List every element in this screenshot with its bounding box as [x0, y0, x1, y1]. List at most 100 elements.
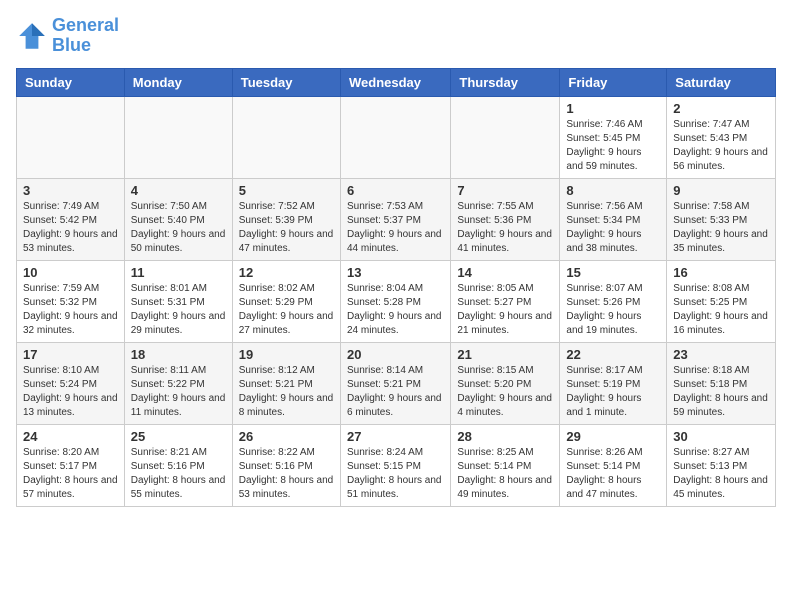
calendar-cell: 28 Sunrise: 8:25 AM Sunset: 5:14 PM Dayli…: [451, 424, 560, 506]
calendar-week-3: 10 Sunrise: 7:59 AM Sunset: 5:32 PM Dayli…: [17, 260, 776, 342]
day-info: Sunrise: 7:49 AM Sunset: 5:42 PM Dayligh…: [23, 200, 118, 256]
calendar-cell: 23 Sunrise: 8:18 AM Sunset: 5:18 PM Dayli…: [667, 342, 776, 424]
day-number: 5: [239, 183, 334, 198]
day-info: Sunrise: 8:17 AM Sunset: 5:19 PM Dayligh…: [566, 364, 660, 420]
day-number: 21: [457, 347, 553, 362]
day-number: 16: [673, 265, 769, 280]
day-number: 30: [673, 429, 769, 444]
calendar-week-1: 1 Sunrise: 7:46 AM Sunset: 5:45 PM Daylig…: [17, 96, 776, 178]
calendar-cell: 13 Sunrise: 8:04 AM Sunset: 5:28 PM Dayli…: [340, 260, 450, 342]
day-number: 19: [239, 347, 334, 362]
calendar-cell: 2 Sunrise: 7:47 AM Sunset: 5:43 PM Daylig…: [667, 96, 776, 178]
page-header: General Blue: [16, 16, 776, 56]
calendar-cell: 29 Sunrise: 8:26 AM Sunset: 5:14 PM Dayli…: [560, 424, 667, 506]
day-number: 18: [131, 347, 226, 362]
calendar-cell: 17 Sunrise: 8:10 AM Sunset: 5:24 PM Dayli…: [17, 342, 125, 424]
calendar-cell: 18 Sunrise: 8:11 AM Sunset: 5:22 PM Dayli…: [124, 342, 232, 424]
calendar-cell: 25Sunrise: 8:21 AM Sunset: 5:16 PM Dayli…: [124, 424, 232, 506]
day-info: Sunrise: 7:52 AM Sunset: 5:39 PM Dayligh…: [239, 200, 334, 256]
day-info: Sunrise: 7:58 AM Sunset: 5:33 PM Dayligh…: [673, 200, 769, 256]
day-number: 1: [566, 101, 660, 116]
calendar-cell: 4 Sunrise: 7:50 AM Sunset: 5:40 PM Daylig…: [124, 178, 232, 260]
day-info: Sunrise: 7:56 AM Sunset: 5:34 PM Dayligh…: [566, 200, 660, 256]
day-number: 9: [673, 183, 769, 198]
day-number: 2: [673, 101, 769, 116]
day-number: 27: [347, 429, 444, 444]
day-info: Sunrise: 8:04 AM Sunset: 5:28 PM Dayligh…: [347, 282, 444, 338]
weekday-header-tuesday: Tuesday: [232, 68, 340, 96]
calendar-cell: 1 Sunrise: 7:46 AM Sunset: 5:45 PM Daylig…: [560, 96, 667, 178]
calendar-cell: 6Sunrise: 7:53 AM Sunset: 5:37 PM Daylig…: [340, 178, 450, 260]
day-number: 25: [131, 429, 226, 444]
day-info: Sunrise: 8:18 AM Sunset: 5:18 PM Dayligh…: [673, 364, 769, 420]
weekday-header-wednesday: Wednesday: [340, 68, 450, 96]
calendar-cell: [124, 96, 232, 178]
day-info: Sunrise: 8:02 AM Sunset: 5:29 PM Dayligh…: [239, 282, 334, 338]
calendar-cell: 19 Sunrise: 8:12 AM Sunset: 5:21 PM Dayli…: [232, 342, 340, 424]
calendar-cell: 11 Sunrise: 8:01 AM Sunset: 5:31 PM Dayli…: [124, 260, 232, 342]
weekday-header-saturday: Saturday: [667, 68, 776, 96]
calendar-cell: 20 Sunrise: 8:14 AM Sunset: 5:21 PM Dayli…: [340, 342, 450, 424]
calendar-cell: 7Sunrise: 7:55 AM Sunset: 5:36 PM Daylig…: [451, 178, 560, 260]
weekday-header-monday: Monday: [124, 68, 232, 96]
day-number: 22: [566, 347, 660, 362]
calendar-week-5: 24 Sunrise: 8:20 AM Sunset: 5:17 PM Dayli…: [17, 424, 776, 506]
calendar-header-row: SundayMondayTuesdayWednesdayThursdayFrid…: [17, 68, 776, 96]
calendar-cell: 15 Sunrise: 8:07 AM Sunset: 5:26 PM Dayli…: [560, 260, 667, 342]
day-number: 29: [566, 429, 660, 444]
calendar-cell: 30Sunrise: 8:27 AM Sunset: 5:13 PM Dayli…: [667, 424, 776, 506]
calendar-cell: 12Sunrise: 8:02 AM Sunset: 5:29 PM Dayli…: [232, 260, 340, 342]
day-info: Sunrise: 8:25 AM Sunset: 5:14 PM Dayligh…: [457, 446, 553, 502]
day-number: 28: [457, 429, 553, 444]
day-info: Sunrise: 8:11 AM Sunset: 5:22 PM Dayligh…: [131, 364, 226, 420]
day-info: Sunrise: 8:01 AM Sunset: 5:31 PM Dayligh…: [131, 282, 226, 338]
day-info: Sunrise: 8:10 AM Sunset: 5:24 PM Dayligh…: [23, 364, 118, 420]
day-number: 23: [673, 347, 769, 362]
day-number: 8: [566, 183, 660, 198]
day-number: 14: [457, 265, 553, 280]
day-number: 6: [347, 183, 444, 198]
day-number: 15: [566, 265, 660, 280]
day-info: Sunrise: 7:59 AM Sunset: 5:32 PM Dayligh…: [23, 282, 118, 338]
day-number: 17: [23, 347, 118, 362]
day-number: 4: [131, 183, 226, 198]
calendar-week-2: 3 Sunrise: 7:49 AM Sunset: 5:42 PM Daylig…: [17, 178, 776, 260]
calendar-cell: 8 Sunrise: 7:56 AM Sunset: 5:34 PM Daylig…: [560, 178, 667, 260]
calendar-cell: 9 Sunrise: 7:58 AM Sunset: 5:33 PM Daylig…: [667, 178, 776, 260]
calendar-cell: 22 Sunrise: 8:17 AM Sunset: 5:19 PM Dayli…: [560, 342, 667, 424]
day-info: Sunrise: 8:07 AM Sunset: 5:26 PM Dayligh…: [566, 282, 660, 338]
calendar-cell: 24 Sunrise: 8:20 AM Sunset: 5:17 PM Dayli…: [17, 424, 125, 506]
day-number: 20: [347, 347, 444, 362]
calendar-week-4: 17 Sunrise: 8:10 AM Sunset: 5:24 PM Dayli…: [17, 342, 776, 424]
logo: General Blue: [16, 16, 119, 56]
day-info: Sunrise: 7:47 AM Sunset: 5:43 PM Dayligh…: [673, 118, 769, 174]
weekday-header-sunday: Sunday: [17, 68, 125, 96]
day-info: Sunrise: 8:22 AM Sunset: 5:16 PM Dayligh…: [239, 446, 334, 502]
day-info: Sunrise: 7:50 AM Sunset: 5:40 PM Dayligh…: [131, 200, 226, 256]
day-number: 10: [23, 265, 118, 280]
day-number: 24: [23, 429, 118, 444]
day-info: Sunrise: 7:46 AM Sunset: 5:45 PM Dayligh…: [566, 118, 660, 174]
calendar-cell: [340, 96, 450, 178]
calendar-cell: 3 Sunrise: 7:49 AM Sunset: 5:42 PM Daylig…: [17, 178, 125, 260]
calendar-cell: 21 Sunrise: 8:15 AM Sunset: 5:20 PM Dayli…: [451, 342, 560, 424]
day-number: 11: [131, 265, 226, 280]
day-info: Sunrise: 8:15 AM Sunset: 5:20 PM Dayligh…: [457, 364, 553, 420]
day-info: Sunrise: 8:24 AM Sunset: 5:15 PM Dayligh…: [347, 446, 444, 502]
calendar-cell: [232, 96, 340, 178]
day-number: 7: [457, 183, 553, 198]
calendar-cell: 10 Sunrise: 7:59 AM Sunset: 5:32 PM Dayli…: [17, 260, 125, 342]
day-info: Sunrise: 8:08 AM Sunset: 5:25 PM Dayligh…: [673, 282, 769, 338]
day-info: Sunrise: 8:14 AM Sunset: 5:21 PM Dayligh…: [347, 364, 444, 420]
day-number: 26: [239, 429, 334, 444]
logo-text: General Blue: [52, 16, 119, 56]
calendar-cell: [17, 96, 125, 178]
calendar-cell: 14 Sunrise: 8:05 AM Sunset: 5:27 PM Dayli…: [451, 260, 560, 342]
day-info: Sunrise: 8:20 AM Sunset: 5:17 PM Dayligh…: [23, 446, 118, 502]
calendar: SundayMondayTuesdayWednesdayThursdayFrid…: [16, 68, 776, 507]
day-number: 13: [347, 265, 444, 280]
day-info: Sunrise: 8:26 AM Sunset: 5:14 PM Dayligh…: [566, 446, 660, 502]
day-info: Sunrise: 8:05 AM Sunset: 5:27 PM Dayligh…: [457, 282, 553, 338]
day-info: Sunrise: 8:12 AM Sunset: 5:21 PM Dayligh…: [239, 364, 334, 420]
day-number: 3: [23, 183, 118, 198]
